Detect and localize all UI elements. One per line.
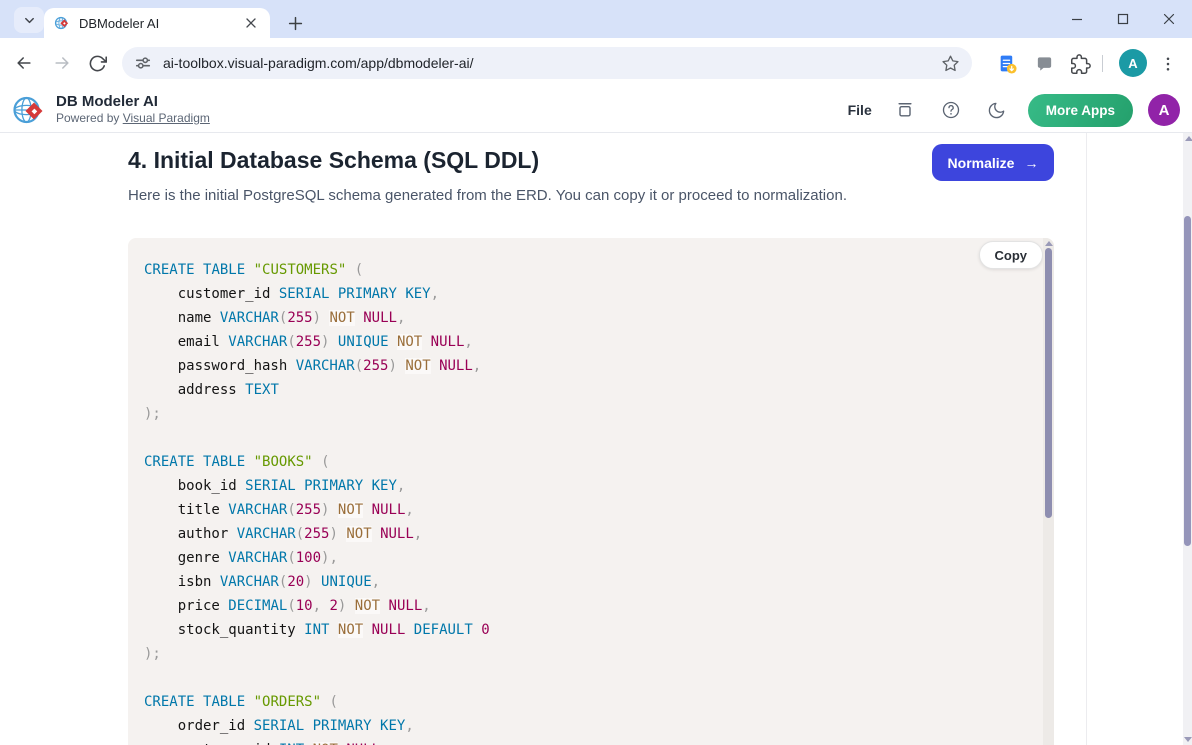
dark-mode-moon-icon[interactable] <box>980 93 1014 127</box>
code-line: customer_id INT NOT NULL, <box>144 738 1027 745</box>
new-tab-button[interactable] <box>282 10 309 37</box>
sql-code-block: CREATE TABLE "CUSTOMERS" ( customer_id S… <box>128 238 1054 745</box>
code-line: stock_quantity INT NOT NULL DEFAULT 0 <box>144 618 1027 642</box>
favicon-visual-paradigm-icon <box>54 15 70 31</box>
close-window-button[interactable] <box>1146 0 1192 38</box>
code-line: ); <box>144 402 1027 426</box>
extensions-puzzle-icon[interactable] <box>1068 52 1092 76</box>
code-line: CREATE TABLE "BOOKS" ( <box>144 450 1027 474</box>
chevron-down-icon <box>23 14 36 27</box>
chat-bubble-icon[interactable] <box>1032 52 1056 76</box>
tab-close-icon[interactable] <box>242 14 260 32</box>
code-line: title VARCHAR(255) NOT NULL, <box>144 498 1027 522</box>
browser-window: DBModeler AI <box>0 0 1192 745</box>
header-actions: File More Apps A <box>844 88 1180 132</box>
browser-tab[interactable]: DBModeler AI <box>44 8 270 38</box>
copy-button[interactable]: Copy <box>979 241 1044 269</box>
url-text: ai-toolbox.visual-paradigm.com/app/dbmod… <box>163 55 941 71</box>
code-line <box>144 426 1027 450</box>
reload-button[interactable] <box>86 52 108 74</box>
app-title-block: DB Modeler AI Powered by Visual Paradigm <box>56 93 210 126</box>
content-right-divider <box>1086 133 1087 745</box>
code-line: genre VARCHAR(100), <box>144 546 1027 570</box>
page-scrollbar-thumb[interactable] <box>1184 216 1191 546</box>
tab-strip: DBModeler AI <box>0 0 1192 38</box>
code-scrollbar[interactable] <box>1043 238 1054 745</box>
arrow-right-icon: → <box>1024 155 1038 171</box>
code-line: book_id SERIAL PRIMARY KEY, <box>144 474 1027 498</box>
window-controls <box>1054 0 1192 38</box>
more-apps-button[interactable]: More Apps <box>1028 94 1133 127</box>
normalize-button[interactable]: Normalize→ <box>932 144 1054 181</box>
browser-toolbar: ai-toolbox.visual-paradigm.com/app/dbmod… <box>0 38 1192 88</box>
code-line: order_id SERIAL PRIMARY KEY, <box>144 714 1027 738</box>
minimize-button[interactable] <box>1054 0 1100 38</box>
code-line: address TEXT <box>144 378 1027 402</box>
page-subtitle: Here is the initial PostgreSQL schema ge… <box>128 187 847 204</box>
page-scroll-up-icon[interactable] <box>1185 136 1192 141</box>
code-scrollbar-thumb[interactable] <box>1045 248 1052 518</box>
browser-profile-avatar[interactable]: A <box>1119 49 1147 77</box>
code-line: customer_id SERIAL PRIMARY KEY, <box>144 282 1027 306</box>
visual-paradigm-link[interactable]: Visual Paradigm <box>123 111 210 125</box>
code-line: CREATE TABLE "CUSTOMERS" ( <box>144 258 1027 282</box>
code-line: password_hash VARCHAR(255) NOT NULL, <box>144 354 1027 378</box>
forward-button[interactable] <box>51 52 73 74</box>
code-line: price DECIMAL(10, 2) NOT NULL, <box>144 594 1027 618</box>
back-button[interactable] <box>13 52 35 74</box>
code-line: CREATE TABLE "ORDERS" ( <box>144 690 1027 714</box>
app-header: DB Modeler AI Powered by Visual Paradigm… <box>0 88 1192 133</box>
tab-title: DBModeler AI <box>79 16 242 31</box>
maximize-button[interactable] <box>1100 0 1146 38</box>
app-title: DB Modeler AI <box>56 93 210 111</box>
code-line: email VARCHAR(255) UNIQUE NOT NULL, <box>144 330 1027 354</box>
code-scroll-up-icon[interactable] <box>1045 241 1053 246</box>
file-menu[interactable]: File <box>844 96 876 124</box>
code-line: ); <box>144 642 1027 666</box>
page-scrollbar[interactable] <box>1183 133 1192 745</box>
browser-menu-kebab-icon[interactable] <box>1156 52 1180 76</box>
powered-by: Powered by Visual Paradigm <box>56 111 210 126</box>
help-icon[interactable] <box>934 93 968 127</box>
code-lines: CREATE TABLE "CUSTOMERS" ( customer_id S… <box>128 238 1043 745</box>
tab-search-button[interactable] <box>14 7 44 33</box>
visual-paradigm-logo-icon <box>12 93 46 127</box>
app-user-avatar[interactable]: A <box>1148 94 1180 126</box>
page-content: 4. Initial Database Schema (SQL DDL) Nor… <box>0 133 1192 745</box>
page-scroll-down-icon[interactable] <box>1184 737 1192 742</box>
code-line: author VARCHAR(255) NOT NULL, <box>144 522 1027 546</box>
code-line <box>144 666 1027 690</box>
bookmark-star-icon[interactable] <box>941 54 960 73</box>
page-title: 4. Initial Database Schema (SQL DDL) <box>128 147 539 174</box>
site-settings-icon[interactable] <box>134 54 152 72</box>
archive-box-icon[interactable] <box>888 93 922 127</box>
code-line: name VARCHAR(255) NOT NULL, <box>144 306 1027 330</box>
code-line: isbn VARCHAR(20) UNIQUE, <box>144 570 1027 594</box>
toolbar-divider <box>1102 55 1103 72</box>
address-bar[interactable]: ai-toolbox.visual-paradigm.com/app/dbmod… <box>122 47 972 79</box>
docs-extension-icon[interactable] <box>995 52 1019 76</box>
